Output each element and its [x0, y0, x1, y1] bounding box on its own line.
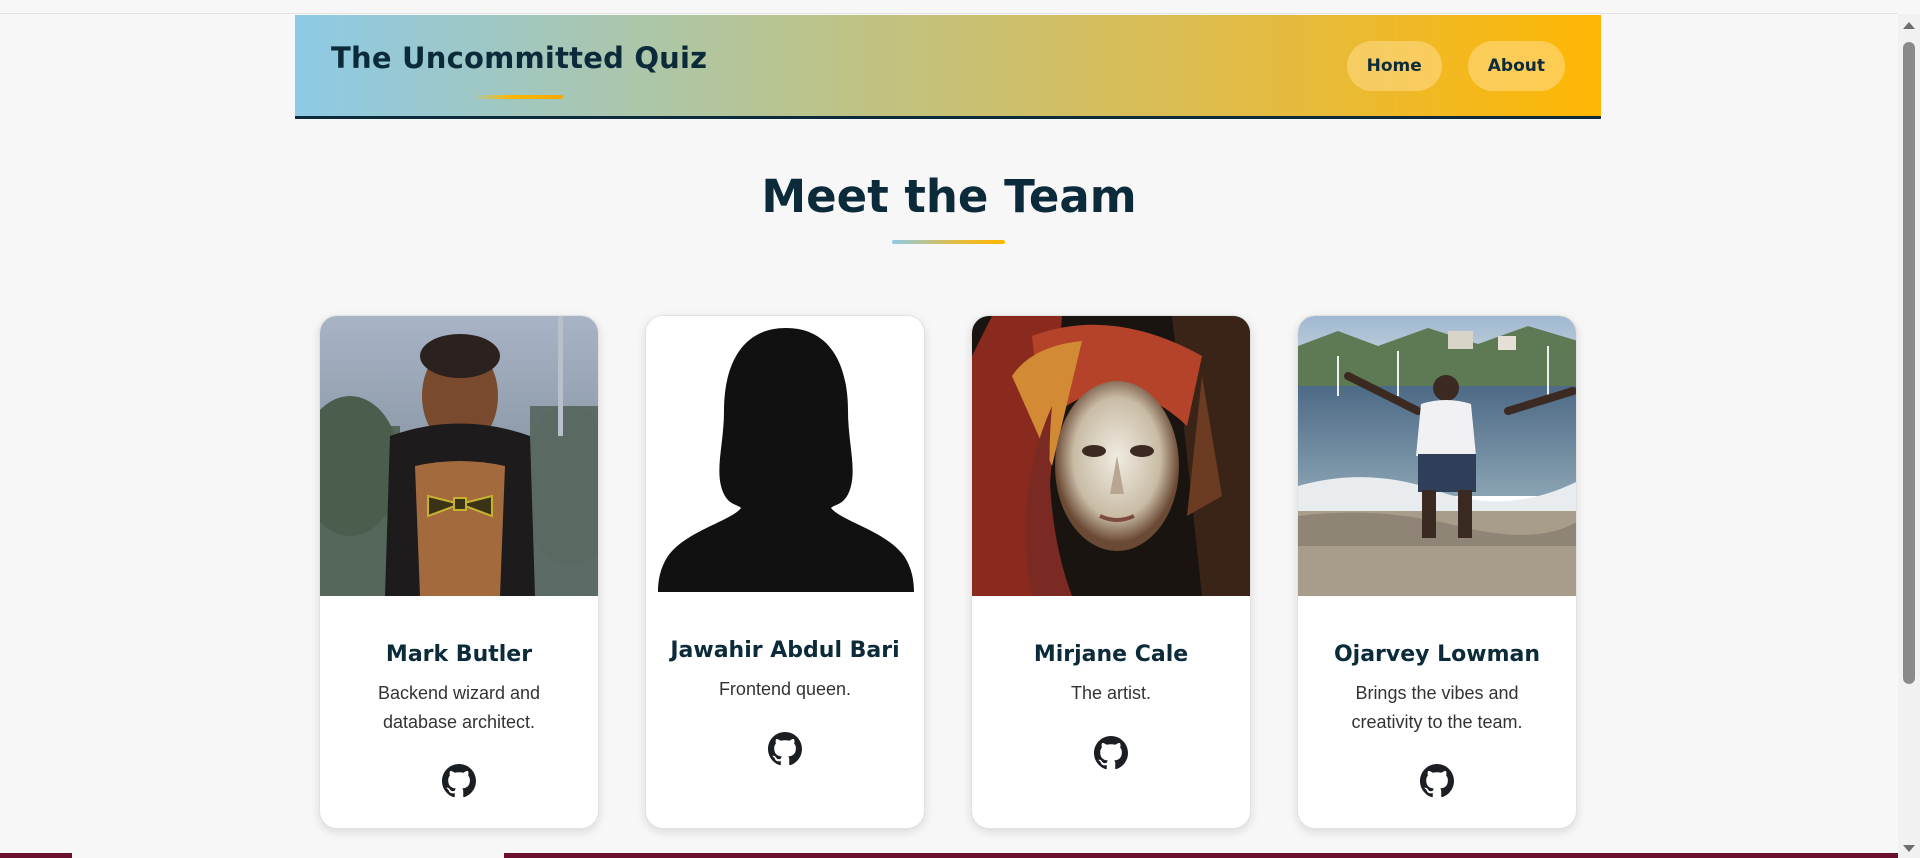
team-member-name: Mirjane Cale: [1033, 642, 1189, 667]
female-silhouette-placeholder: [646, 316, 924, 596]
site-title[interactable]: The Uncommitted Quiz: [331, 41, 707, 75]
footer-edge-gap: [72, 853, 504, 858]
github-icon[interactable]: [768, 732, 802, 766]
site-header: The Uncommitted Quiz Home About: [295, 15, 1601, 119]
github-icon[interactable]: [1420, 764, 1454, 798]
team-member-description: Backend wizard and database architect.: [377, 683, 541, 732]
team-card: Jawahir Abdul Bari Frontend queen.: [645, 315, 925, 829]
team-member-name: Ojarvey Lowman: [1333, 642, 1541, 667]
top-divider: [0, 13, 1898, 14]
github-icon[interactable]: [1094, 736, 1128, 770]
team-member-description: Frontend queen.: [718, 679, 852, 699]
painted-portrait-artwork: [972, 316, 1250, 596]
scroll-up-arrow-icon[interactable]: [1903, 22, 1915, 29]
team-member-photo: [320, 316, 598, 596]
team-member-name: Mark Butler: [385, 642, 533, 667]
team-cards: Mark Butler Backend wizard and database …: [319, 315, 1577, 829]
team-member-description: The artist.: [1070, 683, 1152, 703]
vertical-scrollbar[interactable]: [1898, 14, 1920, 858]
title-underline-accent: [473, 95, 563, 99]
nav-home-link[interactable]: Home: [1346, 41, 1442, 91]
team-member-description: Brings the vibes and creativity to the t…: [1351, 683, 1523, 732]
footer-edge: [0, 853, 1898, 858]
team-member-photo: [972, 316, 1250, 596]
nav-about-link[interactable]: About: [1467, 41, 1565, 91]
team-card: Mark Butler Backend wizard and database …: [319, 315, 599, 829]
wooden-bird-figure-photo: [320, 316, 598, 596]
team-member-photo: [1298, 316, 1576, 596]
scroll-down-arrow-icon[interactable]: [1903, 845, 1915, 852]
beach-harbor-photo: [1298, 316, 1576, 596]
team-member-name: Jawahir Abdul Bari: [670, 638, 900, 663]
team-card: Mirjane Cale The artist.: [971, 315, 1251, 829]
github-icon[interactable]: [442, 764, 476, 798]
main-nav: Home About: [1346, 41, 1565, 91]
page: The Uncommitted Quiz Home About Meet the…: [0, 0, 1920, 858]
team-member-photo: [646, 316, 924, 596]
scrollbar-thumb[interactable]: [1903, 42, 1915, 684]
section-underline-accent: [892, 240, 1005, 244]
section-title: Meet the Team: [761, 170, 1137, 223]
team-card: Ojarvey Lowman Brings the vibes and crea…: [1297, 315, 1577, 829]
